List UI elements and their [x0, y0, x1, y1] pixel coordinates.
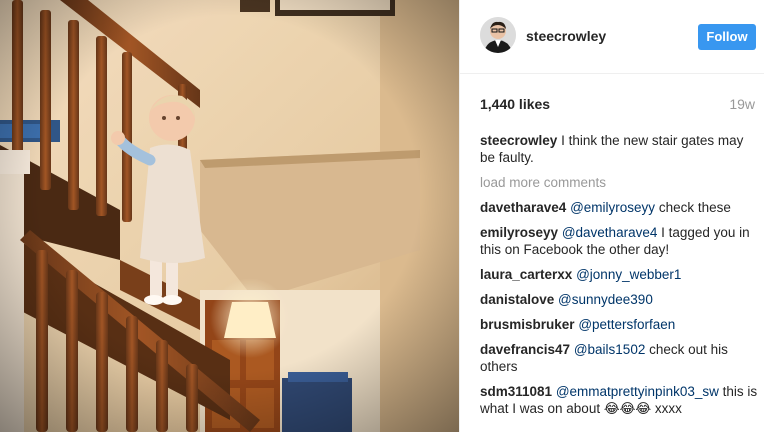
staircase-baby-photo — [0, 0, 459, 432]
profile-photo-icon — [480, 17, 516, 53]
comment-username[interactable]: brusmisbruker — [480, 317, 575, 332]
post-username[interactable]: steecrowley — [526, 28, 606, 44]
caption-username[interactable]: steecrowley — [480, 133, 557, 148]
comment-item: sdm311081 @emmatprettyinpink03_sw this i… — [480, 383, 760, 417]
follow-button[interactable]: Follow — [698, 24, 756, 50]
post-caption: steecrowley I think the new stair gates … — [480, 132, 760, 166]
avatar[interactable] — [480, 17, 516, 53]
likes-row: 1,440 likes 19w — [460, 74, 764, 130]
comment-mention[interactable]: @bails1502 — [574, 342, 646, 357]
post-age[interactable]: 19w — [729, 96, 755, 112]
comment-username[interactable]: davetharave4 — [480, 200, 566, 215]
comment-mention[interactable]: @emmatprettyinpink03_sw — [556, 384, 719, 399]
comment-item: brusmisbruker @pettersforfaen — [480, 316, 760, 333]
comment-list: steecrowley I think the new stair gates … — [480, 132, 760, 425]
comment-username[interactable]: danistalove — [480, 292, 554, 307]
load-more-comments-link[interactable]: load more comments — [480, 174, 760, 191]
comment-item: davetharave4 @emilyroseyy check these — [480, 199, 760, 216]
comment-mention[interactable]: @davetharave4 — [562, 225, 658, 240]
comment-mention[interactable]: @emilyroseyy — [570, 200, 655, 215]
comment-username[interactable]: sdm311081 — [480, 384, 552, 399]
post-header: steecrowley Follow — [460, 0, 764, 74]
comment-mention[interactable]: @sunnydee390 — [558, 292, 653, 307]
post-sidebar: steecrowley Follow 1,440 likes 19w steec… — [459, 0, 764, 432]
comment-mention[interactable]: @pettersforfaen — [578, 317, 675, 332]
comment-item: davefrancis47 @bails1502 check out his o… — [480, 341, 760, 375]
comment-mention[interactable]: @jonny_webber1 — [576, 267, 681, 282]
comment-username[interactable]: davefrancis47 — [480, 342, 570, 357]
like-count[interactable]: 1,440 likes — [480, 96, 550, 112]
comment-username[interactable]: emilyroseyy — [480, 225, 558, 240]
comment-username[interactable]: laura_carterxx — [480, 267, 572, 282]
comment-text: check these — [658, 200, 731, 215]
comment-item: laura_carterxx @jonny_webber1 — [480, 266, 760, 283]
comment-item: danistalove @sunnydee390 — [480, 291, 760, 308]
comment-item: emilyroseyy @davetharave4 I tagged you i… — [480, 224, 760, 258]
post-photo[interactable] — [0, 0, 459, 432]
